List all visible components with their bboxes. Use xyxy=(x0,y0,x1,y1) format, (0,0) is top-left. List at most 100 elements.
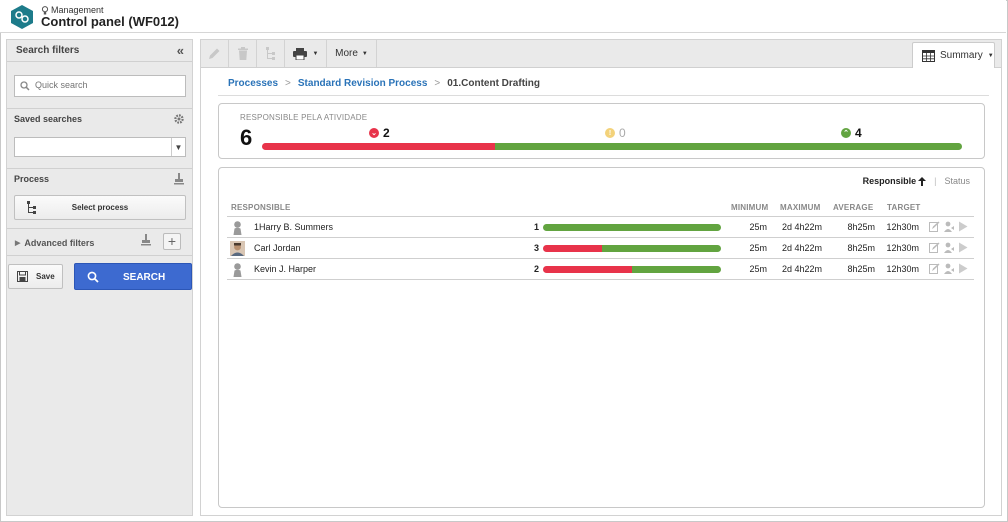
edit-button[interactable] xyxy=(201,40,229,67)
eraser-icon[interactable] xyxy=(141,234,151,246)
chevron-right-icon: ▶ xyxy=(15,240,21,247)
activity-count: 3 xyxy=(533,243,539,253)
summary-total: 6 xyxy=(240,125,253,150)
warning-value: 0 xyxy=(619,126,626,140)
printer-icon xyxy=(292,47,307,60)
sort-by-responsible[interactable]: Responsible xyxy=(863,176,927,186)
avatar-silhouette-icon xyxy=(233,221,242,235)
more-label: More xyxy=(335,48,358,59)
save-search-button[interactable]: Save xyxy=(8,264,63,289)
maximum-value: 2d 4h22m xyxy=(781,222,822,232)
reassign-user-icon[interactable] xyxy=(943,242,955,253)
caret-down-icon: ▼ xyxy=(361,50,368,57)
divider xyxy=(218,95,989,96)
page-title: Control panel (WF012) xyxy=(41,14,179,29)
play-icon[interactable] xyxy=(958,242,968,253)
on-time-icon: ⌃ xyxy=(841,128,851,138)
row-bar-overdue xyxy=(543,266,632,273)
responsible-name[interactable]: Kevin J. Harper xyxy=(254,264,316,274)
search-icon xyxy=(20,81,30,91)
breadcrumb-separator: > xyxy=(434,78,441,89)
main-content: ▼ More ▼ Summary ▼ Processes > Standard … xyxy=(200,39,1002,516)
print-button[interactable]: ▼ xyxy=(285,40,327,67)
col-maximum[interactable]: MAXIMUM xyxy=(780,203,821,212)
sort-selector: Responsible | Status xyxy=(863,176,970,186)
saved-searches-select[interactable]: ▼ xyxy=(14,137,186,157)
app-header: Management Control panel (WF012) xyxy=(0,0,1006,33)
target-value: 12h30m xyxy=(886,243,919,253)
table-row[interactable]: Carl Jordan 3 25m 2d 4h22m 8h25m 12h30m xyxy=(227,238,974,259)
avatar-photo xyxy=(230,241,245,256)
edit-form-icon[interactable] xyxy=(929,263,940,274)
activity-count: 2 xyxy=(533,264,539,274)
target-value: 12h30m xyxy=(886,222,919,232)
select-process-button[interactable]: Select process xyxy=(14,195,186,220)
col-average[interactable]: AVERAGE xyxy=(833,203,873,212)
breadcrumb-process[interactable]: Standard Revision Process xyxy=(298,78,428,89)
arrow-up-icon xyxy=(918,176,927,186)
row-bar-on-time xyxy=(602,245,721,252)
on-time-count[interactable]: ⌃ 4 xyxy=(841,126,862,140)
eraser-icon[interactable] xyxy=(174,173,184,185)
sort-by-status[interactable]: Status xyxy=(944,176,970,186)
summary-status-bar xyxy=(262,143,962,150)
divider xyxy=(7,255,192,256)
summary-caption: RESPONSIBLE PELA ATIVIDADE xyxy=(240,113,368,122)
more-menu-button[interactable]: More ▼ xyxy=(327,40,377,67)
reassign-user-icon[interactable] xyxy=(943,263,955,274)
col-target[interactable]: TARGET xyxy=(887,203,921,212)
edit-form-icon[interactable] xyxy=(929,221,940,232)
responsible-name[interactable]: 1Harry B. Summers xyxy=(254,222,333,232)
play-icon[interactable] xyxy=(958,221,968,232)
breadcrumb-processes[interactable]: Processes xyxy=(228,78,278,89)
workflow-button[interactable] xyxy=(257,40,285,67)
select-process-label: Select process xyxy=(71,203,129,212)
search-button[interactable]: SEARCH xyxy=(74,263,192,290)
minimum-value: 25m xyxy=(749,222,767,232)
summary-bar-overdue xyxy=(262,143,496,150)
breadcrumb-separator: > xyxy=(285,78,291,89)
quick-search-input[interactable] xyxy=(35,80,180,90)
advanced-filters-toggle[interactable]: ▶ Advanced filters xyxy=(15,238,94,248)
table-row[interactable]: Kevin J. Harper 2 25m 2d 4h22m 8h25m 12h… xyxy=(227,259,974,280)
summary-bar-on-time xyxy=(495,143,962,150)
sort-separator: | xyxy=(934,176,937,186)
search-filters-panel: Search filters « Saved searches ▼ Proces… xyxy=(6,39,193,516)
delete-button[interactable] xyxy=(229,40,257,67)
row-status-bar xyxy=(543,245,721,252)
search-icon xyxy=(87,271,99,283)
summary-label: Summary xyxy=(940,50,983,61)
overdue-count[interactable]: ⌄ 2 xyxy=(369,126,390,140)
chevron-down-icon: ▼ xyxy=(171,138,185,156)
summary-view-tab[interactable]: Summary ▼ xyxy=(912,42,995,68)
search-label: SEARCH xyxy=(123,272,166,283)
table-row[interactable]: 1Harry B. Summers 1 25m 2d 4h22m 8h25m 1… xyxy=(227,217,974,238)
avatar-silhouette-icon xyxy=(233,263,242,277)
floppy-disk-icon xyxy=(17,271,28,282)
row-actions xyxy=(929,242,968,253)
gear-icon[interactable] xyxy=(173,113,185,125)
collapse-panel-icon[interactable]: « xyxy=(177,43,184,58)
plus-icon: + xyxy=(167,233,177,249)
activity-count: 1 xyxy=(533,222,539,232)
play-icon[interactable] xyxy=(958,263,968,274)
average-value: 8h25m xyxy=(847,222,875,232)
advanced-filters-label: Advanced filters xyxy=(24,238,95,248)
quick-search-box[interactable] xyxy=(14,75,186,97)
col-responsible[interactable]: RESPONSIBLE xyxy=(231,203,291,212)
responsible-name[interactable]: Carl Jordan xyxy=(254,243,301,253)
edit-form-icon[interactable] xyxy=(929,242,940,253)
reassign-user-icon[interactable] xyxy=(943,221,955,232)
maximum-value: 2d 4h22m xyxy=(781,264,822,274)
process-tree-icon xyxy=(265,47,275,60)
sort-responsible-label: Responsible xyxy=(862,176,917,186)
divider xyxy=(7,108,192,109)
trash-icon xyxy=(237,47,248,60)
warning-count[interactable]: ! 0 xyxy=(605,126,626,140)
warning-icon: ! xyxy=(605,128,615,138)
row-bar-on-time xyxy=(632,266,721,273)
breadcrumb-activity: 01.Content Drafting xyxy=(447,78,541,89)
process-label: Process xyxy=(14,174,50,184)
add-filter-button[interactable]: + xyxy=(163,233,181,250)
col-minimum[interactable]: MINIMUM xyxy=(731,203,768,212)
